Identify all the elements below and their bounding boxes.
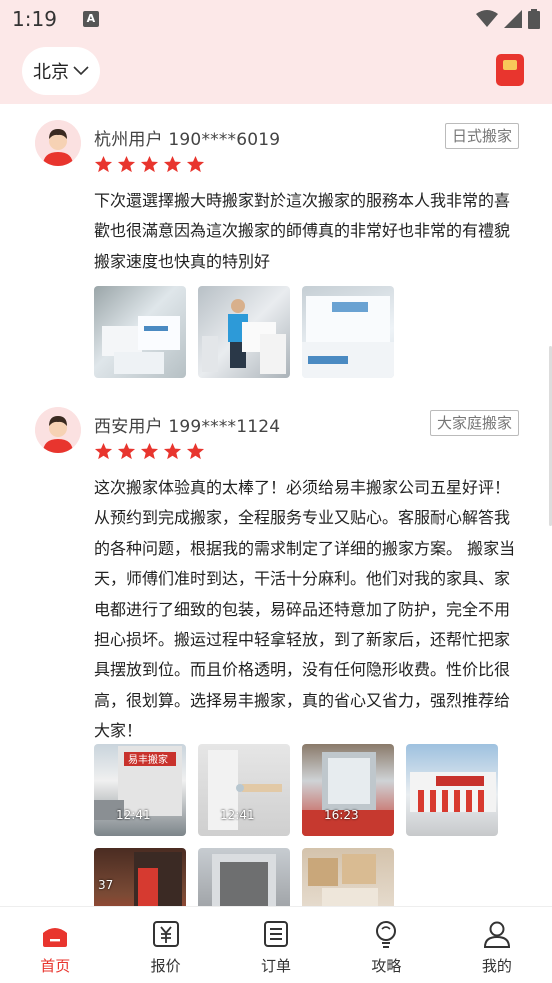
review-photo[interactable] bbox=[198, 286, 290, 378]
review-photo[interactable] bbox=[94, 286, 186, 378]
review-photo[interactable] bbox=[198, 848, 290, 906]
star-rating bbox=[94, 442, 205, 461]
battery-icon bbox=[528, 9, 540, 29]
review-photo[interactable] bbox=[406, 744, 498, 836]
service-tag: 大家庭搬家 bbox=[429, 410, 519, 436]
star-rating bbox=[94, 155, 205, 174]
star-icon bbox=[186, 442, 205, 460]
avatar bbox=[35, 120, 81, 166]
review-text: 下次還選擇搬大時搬家對於這次搬家的服務本人我非常的喜歡也很滿意因為這次搬家的師傅… bbox=[94, 191, 511, 271]
order-icon bbox=[264, 921, 289, 947]
review-photo[interactable]: 37 bbox=[94, 848, 186, 906]
status-bar: 1:19 A bbox=[0, 0, 552, 38]
tab-label: 首页 bbox=[40, 957, 71, 975]
star-icon bbox=[163, 155, 182, 173]
avatar bbox=[35, 407, 81, 453]
price-icon bbox=[152, 921, 179, 947]
red-packet-icon[interactable] bbox=[496, 54, 524, 86]
star-icon bbox=[117, 155, 136, 173]
star-icon bbox=[94, 442, 113, 460]
review-text: 这次搬家体验真的太棒了！必须给易丰搬家公司五星好评！从预约到完成搬家，全程服务专… bbox=[94, 478, 516, 741]
tab-profile[interactable]: 我的 bbox=[442, 907, 552, 983]
star-icon bbox=[117, 442, 136, 460]
service-tag: 日式搬家 bbox=[444, 123, 519, 149]
bottom-tab-bar: 首页 报价 订单 攻略 我的 bbox=[0, 906, 552, 983]
review-photo[interactable]: 12:41 bbox=[198, 744, 290, 836]
top-bar: 北京 bbox=[0, 38, 552, 104]
tab-price[interactable]: 报价 bbox=[110, 907, 220, 983]
photo-timestamp: 37 bbox=[98, 878, 114, 892]
app-notification-icon: A bbox=[82, 11, 99, 27]
review-photo[interactable]: 易丰搬家 12:41 bbox=[94, 744, 186, 836]
tab-guide[interactable]: 攻略 bbox=[331, 907, 441, 983]
tab-label: 攻略 bbox=[371, 957, 402, 975]
review-photo[interactable] bbox=[302, 286, 394, 378]
city-selector[interactable]: 北京 bbox=[22, 47, 100, 95]
star-icon bbox=[94, 155, 113, 173]
review-username: 杭州用户 190****6019 bbox=[94, 130, 281, 150]
star-icon bbox=[186, 155, 205, 173]
status-icons bbox=[476, 9, 540, 29]
profile-icon bbox=[483, 921, 510, 948]
photo-timestamp: 16:23 bbox=[324, 808, 359, 822]
tab-home[interactable]: 首页 bbox=[0, 907, 110, 983]
review-photo[interactable]: 16:23 bbox=[302, 744, 394, 836]
tab-label: 订单 bbox=[261, 957, 292, 975]
star-icon bbox=[140, 442, 159, 460]
status-time: 1:19 bbox=[12, 7, 57, 31]
review-username: 西安用户 199****1124 bbox=[94, 417, 281, 437]
review-photo[interactable] bbox=[302, 848, 394, 906]
tab-label: 我的 bbox=[481, 957, 512, 975]
wifi-icon bbox=[476, 10, 498, 27]
tab-orders[interactable]: 订单 bbox=[221, 907, 331, 983]
photo-timestamp: 12:41 bbox=[220, 808, 255, 822]
review-list[interactable]: 杭州用户 190****6019 日式搬家 下次還選擇搬大時搬家對於這次搬家的服… bbox=[0, 104, 552, 906]
photo-timestamp: 12:41 bbox=[116, 808, 151, 822]
guide-icon bbox=[376, 921, 397, 948]
city-label: 北京 bbox=[33, 62, 69, 83]
home-icon bbox=[43, 928, 68, 947]
tab-label: 报价 bbox=[150, 957, 181, 975]
truck-brand: 易丰搬家 bbox=[128, 753, 168, 766]
signal-icon bbox=[504, 10, 522, 28]
star-icon bbox=[163, 442, 182, 460]
star-icon bbox=[140, 155, 159, 173]
chevron-down-icon bbox=[73, 66, 89, 76]
